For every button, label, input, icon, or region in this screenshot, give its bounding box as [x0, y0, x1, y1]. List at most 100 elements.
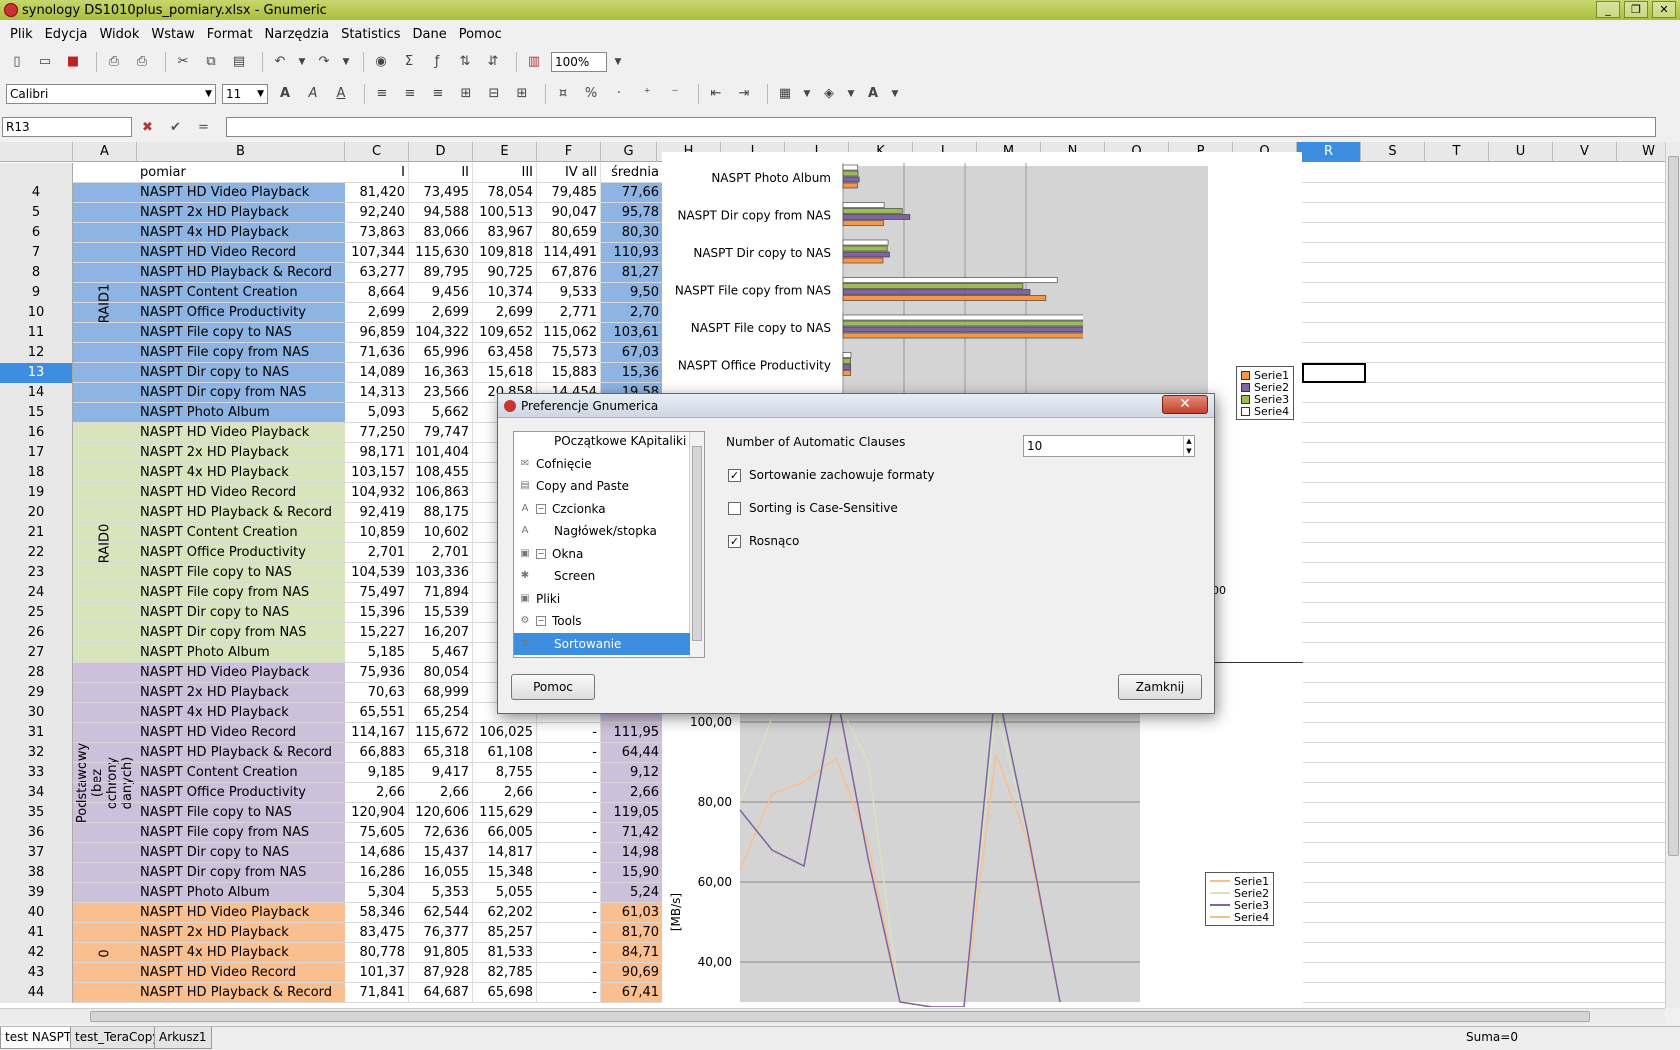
cell-d[interactable]: 120,606	[409, 803, 473, 823]
preserve-formats-checkbox[interactable]: ✓ Sortowanie zachowuje formaty	[728, 468, 935, 482]
cell-e[interactable]: III	[473, 163, 537, 183]
cell-g[interactable]: 84,71	[601, 943, 662, 963]
cell-g[interactable]: 90,69	[601, 963, 662, 983]
sort-ascending-icon[interactable]: ⇅	[454, 51, 476, 73]
column-header-c[interactable]: C	[345, 142, 409, 162]
cell-b[interactable]: NASPT Dir copy to NAS	[137, 603, 345, 623]
row-header[interactable]: 19	[0, 483, 73, 503]
print-icon[interactable]: ⎙	[103, 51, 125, 73]
cell-b[interactable]: NASPT File copy to NAS	[137, 563, 345, 583]
cell-e[interactable]: 8,755	[473, 763, 537, 783]
row-header[interactable]: 39	[0, 883, 73, 903]
cell-e[interactable]: 81,533	[473, 943, 537, 963]
cell-c[interactable]: 2,701	[345, 543, 409, 563]
cell-b[interactable]: NASPT HD Video Playback	[137, 423, 345, 443]
cell-d[interactable]: 65,318	[409, 743, 473, 763]
tree-item-cofni-cie[interactable]: ✉ Cofnięcie	[514, 453, 690, 475]
cell-e[interactable]: 66,005	[473, 823, 537, 843]
cell-b[interactable]: NASPT HD Video Record	[137, 483, 345, 503]
column-header-d[interactable]: D	[409, 142, 473, 162]
cell-b[interactable]: NASPT File copy from NAS	[137, 343, 345, 363]
currency-icon[interactable]: ¤	[552, 83, 574, 105]
cell-c[interactable]: 71,841	[345, 983, 409, 1003]
cell-b[interactable]: NASPT 2x HD Playback	[137, 923, 345, 943]
cell-b[interactable]: NASPT Dir copy from NAS	[137, 623, 345, 643]
cell-g[interactable]: 15,36	[601, 363, 662, 383]
cell-e[interactable]: 115,629	[473, 803, 537, 823]
cell-b[interactable]: NASPT HD Playback & Record	[137, 263, 345, 283]
cell-g[interactable]: 110,93	[601, 243, 662, 263]
cell-b[interactable]: NASPT Content Creation	[137, 763, 345, 783]
cell-d[interactable]: 15,539	[409, 603, 473, 623]
cell-f[interactable]: 75,573	[537, 343, 601, 363]
cell-c[interactable]: 80,778	[345, 943, 409, 963]
cell-c[interactable]: 101,37	[345, 963, 409, 983]
align-center-icon[interactable]: ≡	[399, 83, 421, 105]
tree-item-czcionka[interactable]: A − Czcionka	[514, 498, 690, 520]
function-icon[interactable]: ƒ	[426, 51, 448, 73]
accept-edit-icon[interactable]: ✔	[170, 120, 188, 135]
cell-c[interactable]: 14,686	[345, 843, 409, 863]
cell-b[interactable]: NASPT 4x HD Playback	[137, 223, 345, 243]
cell-d[interactable]: 9,456	[409, 283, 473, 303]
cancel-edit-icon[interactable]: ✖	[142, 120, 160, 135]
cell-e[interactable]: 65,698	[473, 983, 537, 1003]
cell-g[interactable]: 77,66	[601, 183, 662, 203]
cell-d[interactable]: 2,701	[409, 543, 473, 563]
cell-f[interactable]: -	[537, 943, 601, 963]
cell-f[interactable]: 90,047	[537, 203, 601, 223]
cell-c[interactable]: 8,664	[345, 283, 409, 303]
cell-f[interactable]: 67,876	[537, 263, 601, 283]
cell-e[interactable]: 90,725	[473, 263, 537, 283]
row-header[interactable]: 35	[0, 803, 73, 823]
help-button[interactable]: Pomoc	[511, 674, 595, 700]
row-header[interactable]: 27	[0, 643, 73, 663]
cell-b[interactable]: NASPT Photo Album	[137, 643, 345, 663]
cell-b[interactable]: NASPT HD Video Playback	[137, 663, 345, 683]
cell-e[interactable]: 85,257	[473, 923, 537, 943]
cell-c[interactable]: 66,883	[345, 743, 409, 763]
cell-c[interactable]: 5,185	[345, 643, 409, 663]
row-header[interactable]: 8	[0, 263, 73, 283]
sheet-tab-arkusz1[interactable]: Arkusz1	[154, 1027, 212, 1049]
cell-b[interactable]: NASPT 2x HD Playback	[137, 683, 345, 703]
cell-e[interactable]: 62,202	[473, 903, 537, 923]
cell-b[interactable]: NASPT 4x HD Playback	[137, 943, 345, 963]
cell-g[interactable]: 9,12	[601, 763, 662, 783]
cell-d[interactable]: 80,054	[409, 663, 473, 683]
menu-statistics[interactable]: Statistics	[341, 27, 400, 42]
cell-b[interactable]: NASPT Content Creation	[137, 523, 345, 543]
close-window-button[interactable]: ✕	[1652, 1, 1676, 18]
cell-g[interactable]: 119,05	[601, 803, 662, 823]
row-header[interactable]: 13	[0, 363, 73, 383]
cell-g[interactable]: 80,30	[601, 223, 662, 243]
cell-d[interactable]: 5,353	[409, 883, 473, 903]
cell-e[interactable]: 15,618	[473, 363, 537, 383]
horizontal-scrollbar[interactable]	[0, 1008, 1665, 1024]
save-icon[interactable]: ■	[62, 51, 84, 73]
cell-c[interactable]: 63,277	[345, 263, 409, 283]
underline-icon[interactable]: A	[330, 83, 352, 105]
cell-b[interactable]: NASPT Photo Album	[137, 403, 345, 423]
cell-d[interactable]: 79,747	[409, 423, 473, 443]
row-header[interactable]: 12	[0, 343, 73, 363]
preferences-tree[interactable]: POczątkowe KApitaliki ✉ Cofnięcie ▤ Copy and…	[513, 431, 705, 658]
cell-g[interactable]: 9,50	[601, 283, 662, 303]
cell-e[interactable]: 109,652	[473, 323, 537, 343]
cell-f[interactable]: IV all	[537, 163, 601, 183]
cell-d[interactable]: II	[409, 163, 473, 183]
column-header-b[interactable]: B	[137, 142, 345, 162]
cell-b[interactable]: NASPT 2x HD Playback	[137, 203, 345, 223]
cell-d[interactable]: 2,66	[409, 783, 473, 803]
percent-icon[interactable]: %	[580, 83, 602, 105]
row-header[interactable]: 43	[0, 963, 73, 983]
row-header[interactable]: 14	[0, 383, 73, 403]
cell-c[interactable]: 2,699	[345, 303, 409, 323]
cell-c[interactable]: 75,497	[345, 583, 409, 603]
cell-c[interactable]: 9,185	[345, 763, 409, 783]
cell-b[interactable]: NASPT 2x HD Playback	[137, 443, 345, 463]
cell-c[interactable]: 15,396	[345, 603, 409, 623]
center-across-icon[interactable]: ⊟	[483, 83, 505, 105]
cell-c[interactable]: 15,227	[345, 623, 409, 643]
clauses-spinner[interactable]: 10 ▲ ▼	[1023, 435, 1195, 457]
